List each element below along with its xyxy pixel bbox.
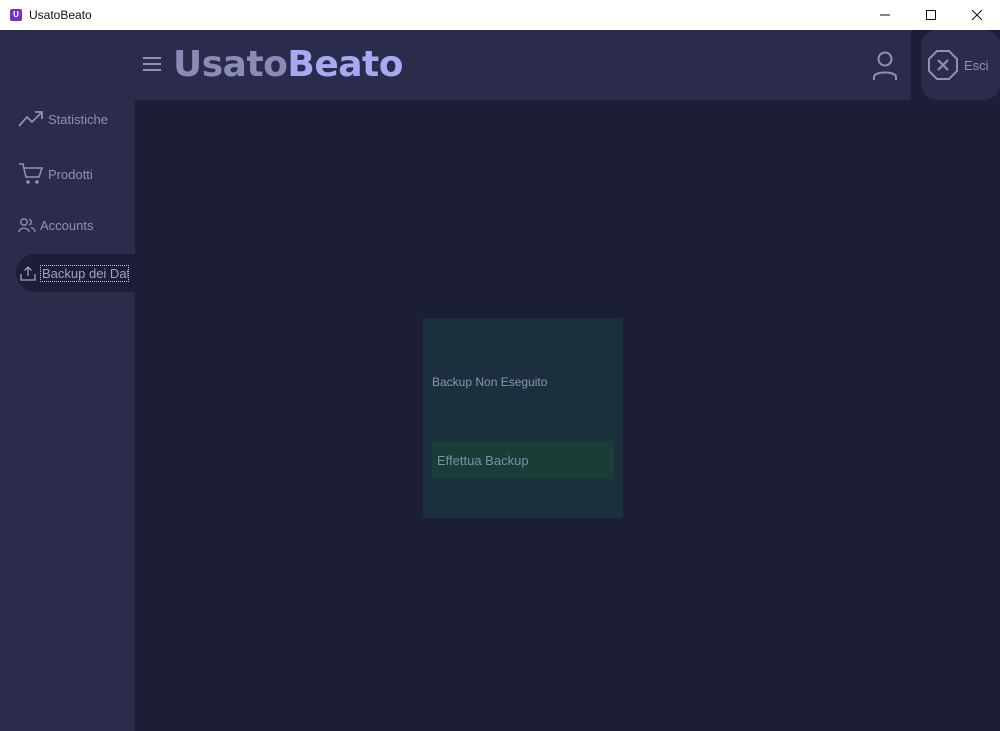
sidebar-item-label: Accounts [40,217,94,233]
hamburger-icon [143,57,161,71]
minimize-button[interactable] [862,0,908,30]
maximize-icon [926,10,936,20]
sidebar-item-backup[interactable]: Backup dei Dati [16,254,135,292]
brand-part-usato: Usato [173,44,288,85]
sidebar-item-statistiche[interactable]: Statistiche [18,110,108,128]
maximize-button[interactable] [908,0,954,30]
upload-icon [20,266,36,281]
sidebar: Statistiche Prodotti Accounts Backup dei… [0,30,135,731]
window-titlebar: U UsatoBeato [0,0,1000,30]
window-title: UsatoBeato [29,8,92,22]
users-icon [18,218,36,233]
backup-card: Backup Non Eseguito Effettua Backup [423,318,623,518]
exit-button[interactable]: Esci [921,30,1000,100]
cart-icon [19,163,44,184]
window-controls [862,0,1000,30]
user-icon [873,51,897,80]
sidebar-item-prodotti[interactable]: Prodotti [18,162,93,186]
exit-area: Esci [911,30,1000,100]
backup-status-text: Backup Non Eseguito [432,375,548,389]
brand-title: UsatoBeato [173,44,403,85]
close-window-button[interactable] [954,0,1000,30]
exit-label: Esci [964,57,989,73]
main-content: Backup Non Eseguito Effettua Backup [135,100,1000,731]
menu-button[interactable] [142,55,162,73]
brand-part-beato: Beato [287,44,403,85]
trending-up-icon [18,111,43,127]
header: UsatoBeato [135,30,911,100]
sidebar-item-label: Prodotti [48,166,93,182]
minimize-icon [880,14,890,16]
app-icon: U [10,9,22,21]
sidebar-item-accounts[interactable]: Accounts [18,217,93,233]
backup-button[interactable]: Effettua Backup [432,441,614,479]
sidebar-item-label: Statistiche [48,111,108,127]
close-icon [971,9,983,21]
sidebar-item-label: Backup dei Dati [40,264,129,282]
user-profile-button[interactable] [871,50,899,82]
close-circle-icon [928,50,958,80]
